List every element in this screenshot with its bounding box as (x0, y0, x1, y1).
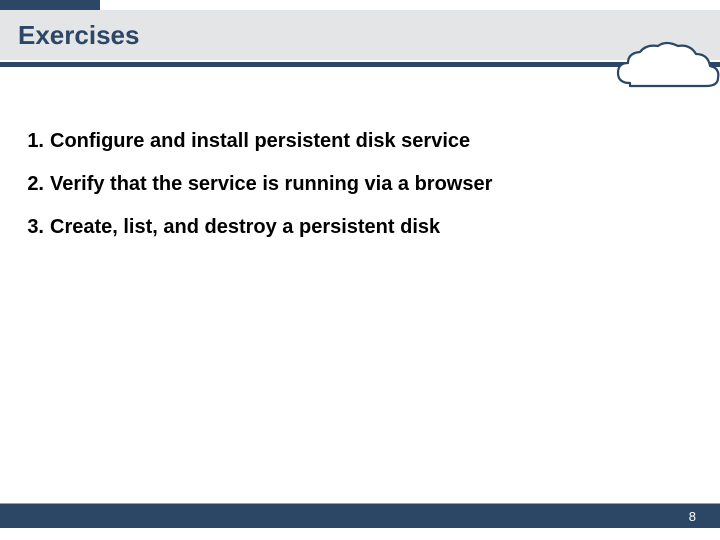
page-number: 8 (689, 509, 696, 524)
list-number: 3. (20, 216, 50, 239)
list-item: 3. Create, list, and destroy a persisten… (20, 216, 680, 239)
list-number: 1. (20, 130, 50, 153)
list-text: Create, list, and destroy a persistent d… (50, 216, 680, 239)
list-text: Verify that the service is running via a… (50, 173, 680, 196)
list-item: 1. Configure and install persistent disk… (20, 130, 680, 153)
list-number: 2. (20, 173, 50, 196)
footer-bar: 8 (0, 504, 720, 528)
top-accent-bar (0, 0, 100, 10)
slide-title: Exercises (18, 20, 139, 51)
list-item: 2. Verify that the service is running vi… (20, 173, 680, 196)
slide: Exercises 1. Configure and install persi… (0, 0, 720, 540)
list-text: Configure and install persistent disk se… (50, 130, 680, 153)
content-area: 1. Configure and install persistent disk… (20, 130, 680, 259)
cloud-icon (610, 38, 720, 98)
